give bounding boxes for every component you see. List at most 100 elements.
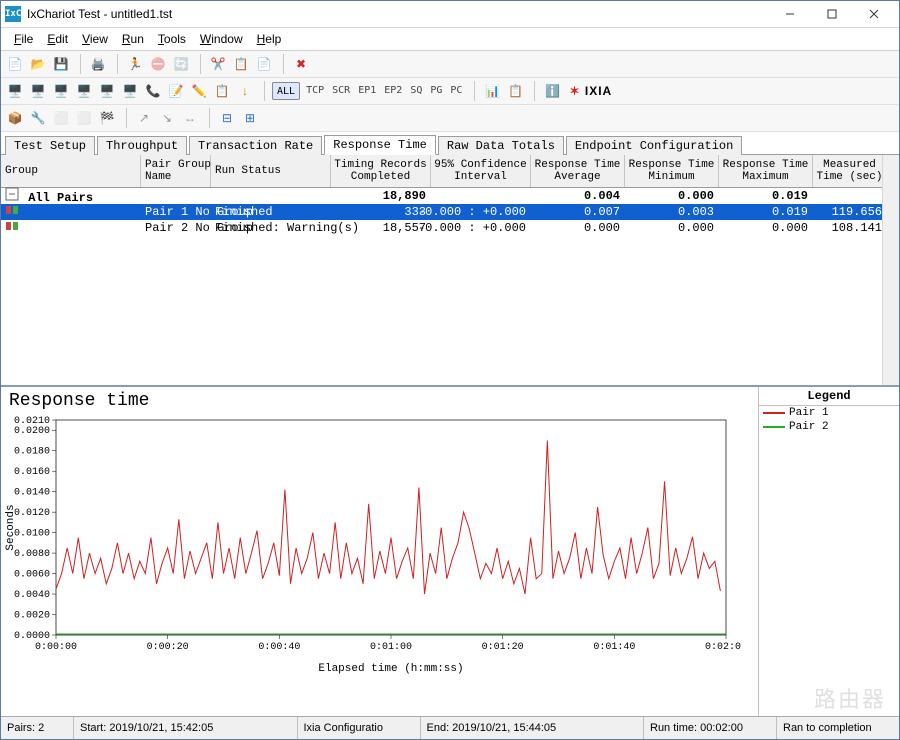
maximize-button[interactable] — [811, 3, 853, 25]
window-title: IxChariot Test - untitled1.tst — [27, 7, 769, 21]
minimize-button[interactable] — [769, 3, 811, 25]
pair-voip-icon[interactable]: 📞 — [143, 81, 163, 101]
legend: Legend Pair 1Pair 2 — [758, 387, 899, 716]
group-a-icon[interactable]: ⬜ — [51, 108, 71, 128]
print-icon[interactable]: 🖨️ — [88, 54, 108, 74]
statusbar: Pairs: 2 Start: 2019/10/21, 15:42:05 Ixi… — [1, 716, 899, 739]
tab-throughput[interactable]: Throughput — [97, 136, 187, 155]
table-row[interactable]: Pair 1 No GroupFinished333-0.000 : +0.00… — [1, 204, 899, 220]
status-start: Start: 2019/10/21, 15:42:05 — [74, 717, 298, 739]
svg-text:0.0160: 0.0160 — [14, 467, 50, 478]
chart-pane: Response time 0.00000.00200.00400.00600.… — [1, 386, 899, 716]
tab-raw-data-totals[interactable]: Raw Data Totals — [438, 136, 564, 155]
save-icon[interactable]: 💾 — [51, 54, 71, 74]
wizard-icon[interactable]: 📋 — [212, 81, 232, 101]
toolbar-row-3: 📦 🔧 ⬜ ⬜ 🏁 ↗ ↘ ↔ ⊟ ⊞ — [1, 105, 899, 132]
grid-header: GroupPair Group NameRun StatusTiming Rec… — [1, 155, 899, 188]
status-config: Ixia Configuratio — [298, 717, 421, 739]
collapse-icon[interactable]: ⊟ — [217, 108, 237, 128]
col-header[interactable]: Measured Time (sec) — [813, 155, 887, 187]
window-controls — [769, 3, 895, 25]
legend-item[interactable]: Pair 1 — [759, 406, 899, 420]
sort-c-icon[interactable]: ↔ — [180, 108, 200, 128]
all-filter-button[interactable]: ALL — [272, 82, 300, 100]
pair-add-icon[interactable]: 🖥️ — [5, 81, 25, 101]
svg-text:0.0060: 0.0060 — [14, 570, 50, 581]
table-row[interactable]: Pair 2 No GroupFinished: Warning(s)18,55… — [1, 220, 899, 236]
filter-pc[interactable]: PC — [447, 83, 465, 99]
pair-v-icon[interactable]: 🖥️ — [97, 81, 117, 101]
group-b-icon[interactable]: ⬜ — [74, 108, 94, 128]
menu-view[interactable]: View — [75, 29, 115, 49]
run-icon[interactable]: 🏃 — [125, 54, 145, 74]
table-icon[interactable]: 📋 — [505, 81, 525, 101]
chart-icon[interactable]: 📊 — [482, 81, 502, 101]
tab-response-time[interactable]: Response Time — [324, 135, 436, 155]
svg-text:0.0040: 0.0040 — [14, 590, 50, 601]
info-icon[interactable]: ℹ️ — [542, 81, 562, 101]
pair-multi-icon[interactable]: 🖥️ — [28, 81, 48, 101]
col-header[interactable]: Pair Group Name — [141, 155, 211, 187]
col-header[interactable]: Run Status — [211, 155, 331, 187]
svg-text:0:01:00: 0:01:00 — [370, 642, 412, 653]
titlebar: IxC IxChariot Test - untitled1.tst — [1, 1, 899, 28]
delete-icon[interactable]: ✖ — [291, 54, 311, 74]
status-runtime: Run time: 00:02:00 — [644, 717, 777, 739]
col-header[interactable]: Timing Records Completed — [331, 155, 431, 187]
svg-text:Elapsed time (h:mm:ss): Elapsed time (h:mm:ss) — [318, 663, 463, 675]
group-flag-icon[interactable]: 🏁 — [97, 108, 117, 128]
app-icon: IxC — [5, 6, 21, 22]
pair-h-icon[interactable]: 🖥️ — [74, 81, 94, 101]
legend-item[interactable]: Pair 2 — [759, 420, 899, 434]
svg-text:0.0180: 0.0180 — [14, 447, 50, 458]
pair-video-icon[interactable]: 🖥️ — [120, 81, 140, 101]
filter-ep2[interactable]: EP2 — [381, 83, 405, 99]
menu-tools[interactable]: Tools — [151, 29, 193, 49]
col-header[interactable]: Response Time Minimum — [625, 155, 719, 187]
open-icon[interactable]: 📂 — [28, 54, 48, 74]
sort-desc-icon[interactable]: ↘ — [157, 108, 177, 128]
group-edit-icon[interactable]: 🔧 — [28, 108, 48, 128]
col-header[interactable]: Response Time Maximum — [719, 155, 813, 187]
filter-scr[interactable]: SCR — [329, 83, 353, 99]
tab-endpoint-configuration[interactable]: Endpoint Configuration — [566, 136, 742, 155]
svg-text:0.0080: 0.0080 — [14, 549, 50, 560]
paste-icon[interactable]: 📄 — [254, 54, 274, 74]
tabbar: Test SetupThroughputTransaction RateResp… — [1, 132, 899, 155]
menu-edit[interactable]: Edit — [40, 29, 75, 49]
pair-mesh-icon[interactable]: 🖥️ — [51, 81, 71, 101]
cut-icon[interactable]: ✂️ — [208, 54, 228, 74]
svg-text:Seconds: Seconds — [5, 504, 17, 550]
group-new-icon[interactable]: 📦 — [5, 108, 25, 128]
filter-ep1[interactable]: EP1 — [355, 83, 379, 99]
menu-help[interactable]: Help — [250, 29, 289, 49]
copy-icon[interactable]: 📋 — [231, 54, 251, 74]
menu-window[interactable]: Window — [193, 29, 250, 49]
col-header[interactable]: Response Time Average — [531, 155, 625, 187]
filter-sq[interactable]: SQ — [407, 83, 425, 99]
sort-asc-icon[interactable]: ↗ — [134, 108, 154, 128]
expand-icon[interactable]: ⊞ — [240, 108, 260, 128]
menu-file[interactable]: File — [7, 29, 40, 49]
col-header[interactable]: 95% Confidence Interval — [431, 155, 531, 187]
table-row[interactable]: All Pairs18,8900.0040.0000.019 — [1, 188, 899, 204]
svg-text:0.0200: 0.0200 — [14, 426, 50, 437]
filter-pg[interactable]: PG — [427, 83, 445, 99]
col-header[interactable]: Group — [1, 155, 141, 187]
new-icon[interactable]: 📄 — [5, 54, 25, 74]
tab-transaction-rate[interactable]: Transaction Rate — [189, 136, 322, 155]
stop-icon[interactable]: ⛔ — [148, 54, 168, 74]
filter-tcp[interactable]: TCP — [303, 83, 327, 99]
tab-test-setup[interactable]: Test Setup — [5, 136, 95, 155]
script-icon[interactable]: 📝 — [166, 81, 186, 101]
grid-scrollbar[interactable] — [882, 155, 899, 385]
menubar: FileEditViewRunToolsWindowHelp — [1, 28, 899, 51]
chart-svg: 0.00000.00200.00400.00600.00800.01000.01… — [1, 415, 741, 675]
svg-text:0.0140: 0.0140 — [14, 488, 50, 499]
close-button[interactable] — [853, 3, 895, 25]
edit-icon[interactable]: ✏️ — [189, 81, 209, 101]
refresh-icon[interactable]: 🔄 — [171, 54, 191, 74]
ixia-logo: ✶ IXIA — [569, 84, 612, 98]
tag-icon[interactable]: ↓ — [235, 81, 255, 101]
menu-run[interactable]: Run — [115, 29, 151, 49]
